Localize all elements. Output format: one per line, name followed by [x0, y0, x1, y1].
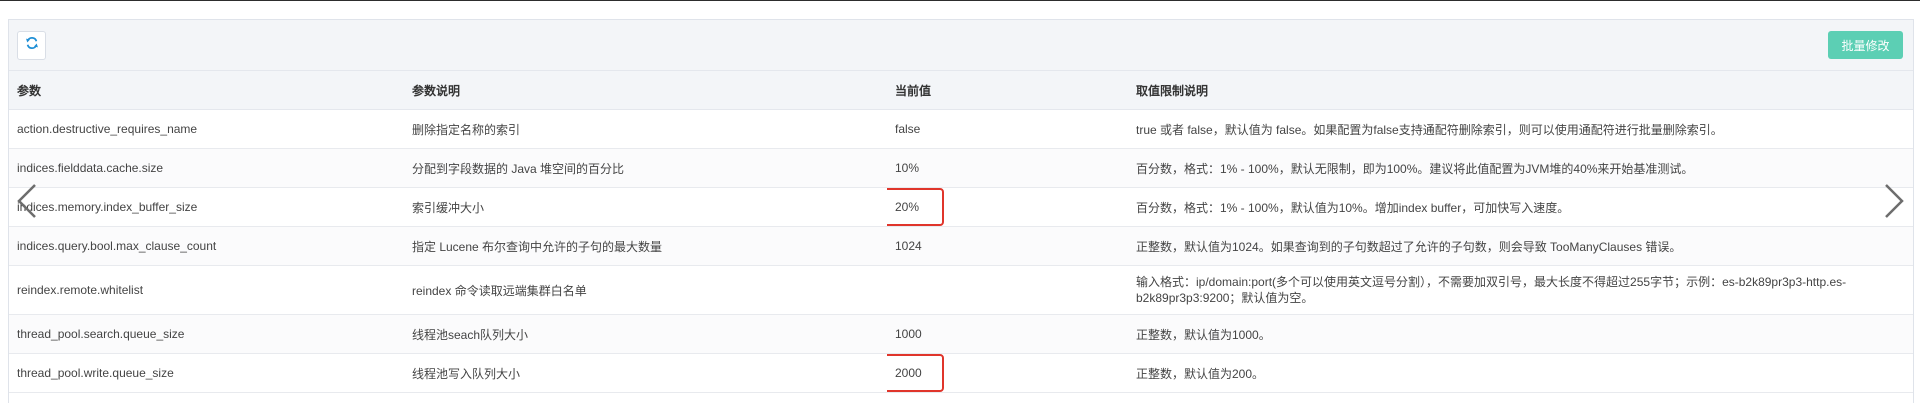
- table-row: reindex.remote.whitelist reindex 命令读取远端集…: [9, 265, 1913, 315]
- param-name: indices.query.bool.max_clause_count: [9, 226, 404, 266]
- param-name: indices.memory.index_buffer_size: [9, 187, 404, 227]
- prev-arrow[interactable]: [16, 183, 38, 219]
- param-description: 线程池写入队列大小: [404, 353, 887, 393]
- param-description: reindex 命令读取远端集群白名单: [404, 265, 887, 315]
- table-row: thread_pool.search.queue_size 线程池seach队列…: [9, 314, 1913, 354]
- chevron-right-icon: [1883, 184, 1905, 223]
- table-row: indices.memory.index_buffer_size 索引缓冲大小 …: [9, 187, 1913, 227]
- param-limit: 输入格式：ip/domain:port(多个可以使用英文逗号分割），不需要加双引…: [1128, 265, 1913, 315]
- param-limit: 百分数，格式：1% - 100%，默认无限制，即为100%。建议将此值配置为JV…: [1128, 148, 1913, 188]
- table-header-row: 参数 参数说明 当前值 取值限制说明: [9, 71, 1913, 110]
- param-value: 10%: [887, 148, 1128, 188]
- parameters-table: 参数 参数说明 当前值 取值限制说明 action.destructive_re…: [9, 71, 1913, 393]
- param-limit: 正整数，默认值为1000。: [1128, 314, 1913, 354]
- param-description: 索引缓冲大小: [404, 187, 887, 227]
- param-limit: true 或者 false，默认值为 false。如果配置为false支持通配符…: [1128, 109, 1913, 149]
- table-row: action.destructive_requires_name 删除指定名称的…: [9, 109, 1913, 149]
- param-name: action.destructive_requires_name: [9, 109, 404, 149]
- col-header-current-value: 当前值: [887, 71, 1128, 110]
- param-name: thread_pool.write.queue_size: [9, 353, 404, 393]
- batch-edit-button[interactable]: 批量修改: [1828, 31, 1903, 59]
- param-description: 分配到字段数据的 Java 堆空间的百分比: [404, 148, 887, 188]
- param-value: 1000: [887, 314, 1128, 354]
- param-description: 删除指定名称的索引: [404, 109, 887, 149]
- col-header-description: 参数说明: [404, 71, 887, 110]
- param-name: thread_pool.search.queue_size: [9, 314, 404, 354]
- param-limit: 正整数，默认值为200。: [1128, 353, 1913, 393]
- col-header-limit: 取值限制说明: [1128, 71, 1913, 110]
- next-arrow[interactable]: [1883, 183, 1905, 219]
- col-header-param: 参数: [9, 71, 404, 110]
- param-description: 指定 Lucene 布尔查询中允许的子句的最大数量: [404, 226, 887, 266]
- param-value-cell: 20%: [887, 187, 1128, 227]
- param-name: reindex.remote.whitelist: [9, 265, 404, 315]
- top-divider: [0, 0, 1920, 1]
- param-value-highlighted: 20%: [887, 188, 945, 226]
- param-value-cell: 2000: [887, 353, 1128, 393]
- param-limit: 正整数，默认值为1024。如果查询到的子句数超过了允许的子句数，则会导致 Too…: [1128, 226, 1913, 266]
- table-row: indices.query.bool.max_clause_count 指定 L…: [9, 226, 1913, 266]
- toolbar: 批量修改: [9, 20, 1913, 71]
- param-limit: 百分数，格式：1% - 100%，默认值为10%。增加index buffer，…: [1128, 187, 1913, 227]
- table-row: indices.fielddata.cache.size 分配到字段数据的 Ja…: [9, 148, 1913, 188]
- param-description: 线程池seach队列大小: [404, 314, 887, 354]
- table-row: thread_pool.write.queue_size 线程池写入队列大小 2…: [9, 353, 1913, 393]
- chevron-left-icon: [16, 184, 38, 223]
- param-name: indices.fielddata.cache.size: [9, 148, 404, 188]
- param-value: [887, 265, 1128, 315]
- refresh-button[interactable]: [17, 31, 46, 60]
- settings-panel: 批量修改 参数 参数说明 当前值 取值限制说明 action.destructi…: [8, 19, 1914, 403]
- param-value: false: [887, 109, 1128, 149]
- refresh-icon: [25, 36, 39, 55]
- param-value: 1024: [887, 226, 1128, 266]
- param-value-highlighted: 2000: [887, 354, 944, 392]
